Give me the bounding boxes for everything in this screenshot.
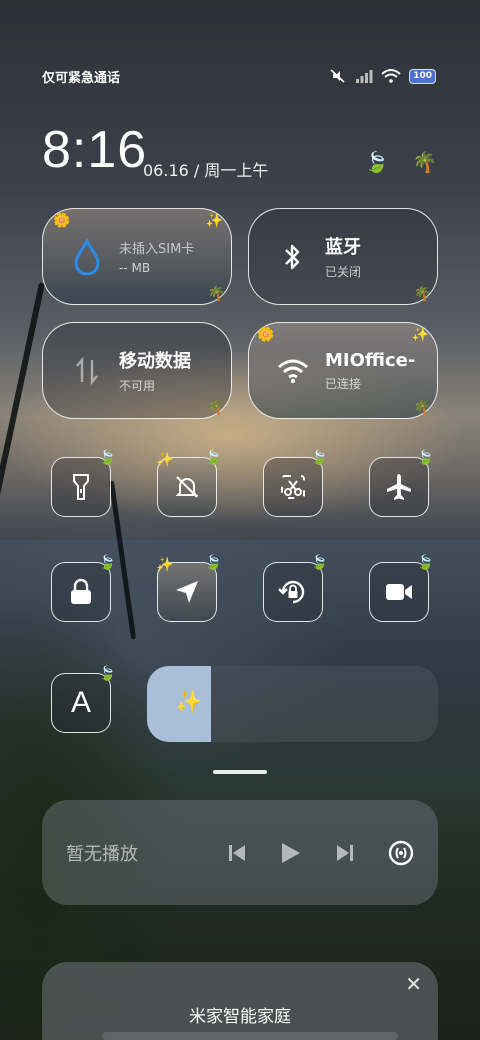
leaf-decoration-icon: 🍃	[310, 555, 328, 571]
bluetooth-tile-title: 蓝牙	[325, 237, 361, 258]
airplane-icon	[387, 474, 411, 500]
scissors-icon	[281, 475, 305, 499]
media-player-card[interactable]: 暂无播放	[42, 800, 438, 905]
palm-decoration-icon: 🌴	[207, 400, 225, 416]
sim-data-tile[interactable]: 未插入SIM卡 -- MB ✨ 🌴 🌼	[42, 208, 232, 305]
wifi-tile[interactable]: MIOffice- 已连接 ✨ 🌴 🌼	[248, 322, 438, 419]
wallpaper-palm-trunk	[0, 282, 45, 538]
smart-home-title: 米家智能家庭	[189, 1007, 291, 1027]
wifi-icon	[275, 358, 311, 384]
palm-decoration-icon: 🌴	[413, 286, 431, 302]
water-drop-icon	[69, 238, 105, 275]
leaf-decoration-icon: 🍃	[98, 450, 116, 466]
sparkle-decoration-icon: ✨	[411, 327, 429, 343]
panel-drag-handle[interactable]	[213, 770, 267, 774]
wifi-tile-status: 已连接	[325, 376, 362, 391]
leaf-decoration-icon: 🍃	[98, 666, 116, 682]
palm-decoration-icon: 🌴	[413, 400, 431, 416]
sun-sparkle-icon: ✨	[175, 690, 203, 715]
leaf-decoration-icon: 🍃	[204, 555, 222, 571]
signal-icon	[356, 70, 373, 83]
screen-record-toggle[interactable]: 🍃	[369, 555, 434, 622]
sparkle-decoration-icon: ✨	[156, 452, 174, 468]
lock-icon	[71, 578, 91, 604]
status-bar: 仅可紧急通话 100	[42, 64, 436, 88]
rotation-lock-toggle[interactable]: 🍃	[263, 555, 328, 622]
clock-time: 8:16	[42, 121, 148, 179]
clock-date: 06.16 / 周一上午	[143, 161, 269, 180]
data-arrows-icon	[69, 356, 105, 386]
smart-home-subtitle-blur	[102, 1032, 398, 1040]
wifi-icon	[381, 69, 401, 83]
close-icon[interactable]: ✕	[405, 972, 422, 996]
flashlight-icon	[73, 474, 89, 500]
leaf-decoration-icon: 🍃	[98, 555, 116, 571]
audio-output-icon[interactable]	[388, 840, 414, 866]
carrier-text: 仅可紧急通话	[42, 70, 121, 86]
location-toggle[interactable]: 🍃 ✨	[156, 555, 222, 622]
mute-toggle[interactable]: 🍃 ✨	[156, 450, 222, 517]
previous-track-icon[interactable]	[228, 843, 246, 863]
next-track-icon[interactable]	[336, 843, 354, 863]
lock-screen-toggle[interactable]: 🍃	[51, 555, 116, 622]
leaf-decoration-icon: 🍃	[204, 450, 222, 466]
play-icon[interactable]	[280, 841, 302, 865]
airplane-toggle[interactable]: 🍃	[369, 450, 434, 517]
flower-decoration-icon: 🌼	[53, 213, 71, 229]
auto-brightness-toggle[interactable]: A 🍃	[51, 666, 116, 733]
brightness-slider[interactable]: ✨	[147, 666, 438, 742]
flashlight-toggle[interactable]: 🍃	[51, 450, 116, 517]
status-icons: 100	[329, 68, 436, 84]
sim-tile-title: 未插入SIM卡	[119, 242, 195, 257]
rotation-lock-icon	[278, 580, 305, 604]
bluetooth-icon	[275, 242, 311, 272]
video-camera-icon	[386, 584, 412, 600]
leaf-decoration-icon: 🍃	[416, 450, 434, 466]
bluetooth-tile-status: 已关闭	[325, 265, 362, 279]
location-arrow-icon	[176, 581, 198, 603]
bluetooth-tile[interactable]: 蓝牙 已关闭 🌴	[248, 208, 438, 305]
mute-icon	[330, 69, 345, 83]
sim-tile-usage: -- MB	[119, 261, 151, 275]
leaf-decoration-icon: 🍃	[364, 150, 389, 174]
flower-decoration-icon: 🌼	[257, 327, 275, 343]
smart-home-card[interactable]: ✕ 米家智能家庭	[42, 962, 438, 1040]
mobile-data-tile-title: 移动数据	[119, 351, 191, 372]
leaf-decoration-icon: 🍃	[310, 450, 328, 466]
sparkle-decoration-icon: ✨	[156, 557, 174, 573]
sparkle-decoration-icon: ✨	[205, 213, 223, 229]
media-status-text: 暂无播放	[66, 843, 138, 865]
mobile-data-tile-status: 不可用	[119, 379, 156, 393]
screenshot-toggle[interactable]: 🍃	[263, 450, 328, 517]
wifi-tile-title: MIOffice-	[325, 349, 416, 371]
palm-decoration-icon: 🌴	[412, 150, 437, 174]
auto-brightness-label: A	[70, 686, 91, 719]
bell-off-icon	[175, 476, 199, 498]
battery-icon: 100	[409, 68, 436, 84]
leaf-decoration-icon: 🍃	[416, 555, 434, 571]
palm-decoration-icon: 🌴	[207, 286, 225, 302]
mobile-data-tile[interactable]: 移动数据 不可用 🌴	[42, 322, 232, 419]
media-controls	[228, 840, 414, 866]
